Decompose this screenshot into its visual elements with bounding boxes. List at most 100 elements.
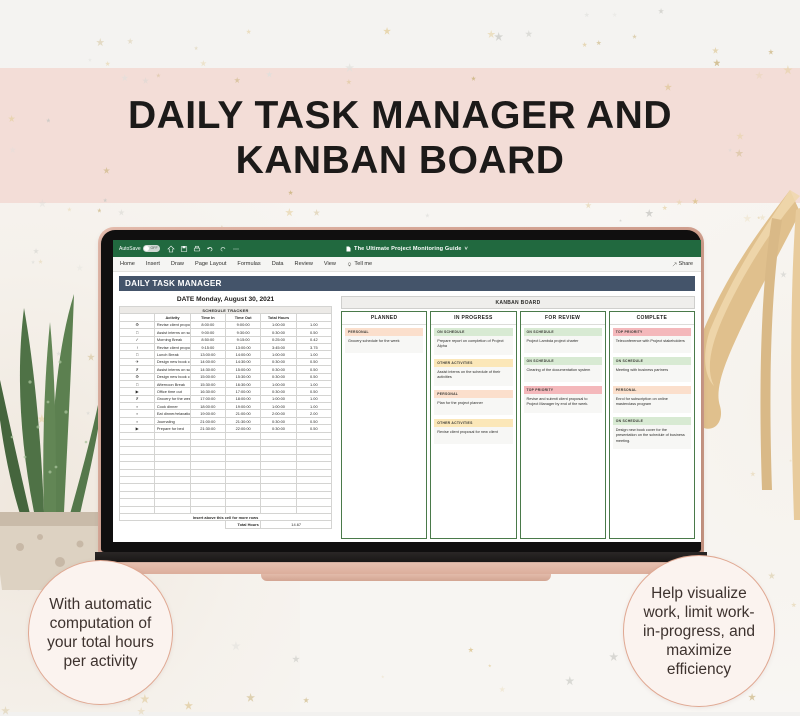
empty-cell[interactable] — [189, 468, 226, 478]
row-status-icon[interactable]: □ — [118, 379, 156, 389]
empty-cell[interactable] — [189, 498, 226, 507]
kanban-card[interactable]: OTHER ACTIVITIES Assist interns on the sc… — [434, 358, 513, 386]
empty-cell[interactable] — [154, 453, 191, 463]
row-status-icon[interactable]: ▪ — [118, 402, 156, 411]
empty-cell[interactable] — [224, 431, 262, 441]
row-time-out[interactable]: 19:00:00 — [224, 402, 262, 411]
row-hours[interactable]: 0.50 — [295, 372, 333, 381]
row-status-icon[interactable]: □ — [118, 328, 156, 337]
table-row[interactable]: ⚙Design new book cover15:00:0015:30:000:… — [118, 372, 333, 381]
kanban-card-text[interactable]: Revise and submit client proposal to Pro… — [523, 394, 602, 413]
row-status-icon[interactable]: ▪ — [118, 409, 156, 418]
table-row-empty[interactable] — [118, 461, 333, 470]
row-time-out[interactable]: 21:00:00 — [224, 409, 262, 418]
table-row[interactable]: □ Lunch Break 13:00:00 14:00:00 1:00:00 1.00 — [118, 350, 333, 359]
empty-cell[interactable] — [154, 461, 191, 470]
row-time-out[interactable]: 9:30:00 — [224, 328, 262, 337]
kanban-column-planned[interactable]: PLANNED PERSONAL Grocery schedule for the … — [341, 311, 428, 539]
empty-cell[interactable] — [189, 431, 226, 441]
row-status-icon[interactable]: ▶ — [118, 387, 156, 396]
row-duration[interactable]: 0:30:00 — [260, 357, 297, 367]
row-time-out[interactable]: 9:15:00 — [224, 335, 262, 344]
table-row-empty[interactable] — [118, 439, 333, 448]
empty-cell[interactable] — [260, 483, 297, 492]
row-time-in[interactable]: 8:00:00 — [189, 320, 226, 330]
empty-cell[interactable] — [295, 461, 333, 470]
kanban-card-text[interactable]: Teleconference with Project stakeholders — [612, 336, 691, 353]
empty-cell[interactable] — [154, 431, 191, 441]
row-activity[interactable]: Morning Break — [154, 335, 191, 344]
row-activity[interactable]: Design new book cover — [154, 357, 191, 367]
empty-cell[interactable] — [189, 446, 226, 455]
kanban-card[interactable]: ON SCHEDULE Meeting with business partner… — [612, 357, 691, 382]
row-status-icon[interactable]: ✗ — [118, 365, 156, 374]
empty-cell[interactable] — [295, 439, 333, 448]
kanban-card[interactable]: ON SCHEDULE Clearing of the documentation… — [523, 357, 602, 382]
kanban-card-text[interactable]: Plan for the project planner — [434, 397, 513, 415]
row-activity[interactable]: Assist interns on schedule of activities — [154, 328, 191, 337]
share-button[interactable]: Share — [672, 261, 693, 267]
row-status-icon[interactable]: ✓ — [118, 335, 156, 344]
row-time-in[interactable]: 8:50:00 — [189, 335, 226, 344]
empty-cell[interactable] — [154, 498, 191, 507]
row-time-in[interactable]: 21:30:00 — [189, 424, 226, 433]
empty-cell[interactable] — [118, 461, 156, 470]
row-time-out[interactable]: 13:00:00 — [224, 342, 262, 352]
row-activity[interactable]: Assist interns on schedule of activities — [154, 365, 191, 374]
row-duration[interactable]: 1:00:00 — [260, 350, 297, 359]
row-status-icon[interactable]: ▶ — [118, 424, 156, 433]
row-duration[interactable]: 0:25:00 — [260, 335, 297, 344]
empty-cell[interactable] — [189, 483, 226, 492]
ribbon-tab-insert[interactable]: Insert — [146, 261, 160, 267]
row-status-icon[interactable]: ! — [118, 342, 156, 352]
row-hours[interactable]: 3.75 — [295, 342, 333, 352]
empty-cell[interactable] — [118, 453, 156, 463]
row-time-out[interactable]: 17:00:00 — [224, 387, 262, 396]
table-row[interactable]: □ Afternoon Break 15:30:00 16:30:00 1:00:00 1… — [118, 379, 333, 389]
empty-cell[interactable] — [260, 439, 297, 448]
row-activity[interactable]: Grocery for the week's schedule — [154, 394, 191, 404]
table-row[interactable]: ▪ Cook dinner 18:00:00 19:00:00 1:00:00 1.00 — [118, 402, 333, 411]
table-row[interactable]: ▪ Journaling 21:00:00 21:30:00 0:30:00 0.50 — [118, 416, 333, 426]
kanban-card[interactable]: PERSONAL Grocery schedule for the week — [345, 328, 424, 353]
row-hours[interactable]: 0.50 — [295, 387, 333, 396]
empty-cell[interactable] — [224, 483, 262, 492]
empty-cell[interactable] — [260, 431, 297, 441]
row-duration[interactable]: 0:30:00 — [260, 372, 297, 381]
empty-cell[interactable] — [154, 439, 191, 448]
ribbon-tab-page-layout[interactable]: Page Layout — [195, 261, 226, 267]
row-status-icon[interactable]: ✈ — [118, 357, 156, 367]
row-activity[interactable]: Prepare for bed — [154, 424, 191, 433]
empty-cell[interactable] — [224, 505, 262, 514]
table-row[interactable]: ▶ Prepare for bed 21:30:00 22:00:00 0:30:00 0… — [118, 424, 333, 433]
empty-cell[interactable] — [118, 498, 156, 507]
empty-cell[interactable] — [224, 446, 262, 455]
empty-cell[interactable] — [154, 505, 191, 514]
row-time-out[interactable]: 15:00:00 — [224, 365, 262, 374]
empty-cell[interactable] — [118, 505, 156, 514]
row-time-out[interactable]: 16:30:00 — [224, 379, 262, 389]
row-hours[interactable]: 1.00 — [295, 350, 333, 359]
row-activity[interactable]: Revise client proposal for new client — [154, 342, 191, 352]
row-hours[interactable]: 0.50 — [295, 328, 333, 337]
row-duration[interactable]: 1:00:00 — [260, 379, 297, 389]
table-row[interactable]: □Assist interns on schedule of activitie… — [118, 328, 333, 337]
empty-cell[interactable] — [224, 498, 262, 507]
empty-cell[interactable] — [154, 475, 191, 485]
empty-cell[interactable] — [295, 475, 333, 485]
kanban-column-for-review[interactable]: FOR REVIEW ON SCHEDULE Project Lambda proj… — [519, 311, 606, 539]
row-status-icon[interactable]: ⚙ — [118, 320, 156, 330]
kanban-card[interactable]: ON SCHEDULE Prepare report on completion … — [434, 328, 513, 355]
empty-cell[interactable] — [189, 461, 226, 470]
kanban-card-text[interactable]: Revise client proposal for new client — [434, 426, 513, 444]
empty-cell[interactable] — [189, 453, 226, 463]
empty-cell[interactable] — [224, 439, 262, 448]
empty-cell[interactable] — [118, 439, 156, 448]
ribbon-tab-data[interactable]: Data — [272, 261, 284, 267]
row-time-in[interactable]: 14:00:00 — [189, 357, 226, 367]
kanban-card-text[interactable]: Grocery schedule for the week — [345, 336, 424, 353]
row-status-icon[interactable]: ✗ — [118, 394, 156, 404]
kanban-column-in-progress[interactable]: IN PROGRESS ON SCHEDULE Prepare report on … — [430, 311, 517, 539]
row-hours[interactable]: 0.50 — [295, 357, 333, 367]
row-hours[interactable]: 1.00 — [295, 402, 333, 411]
